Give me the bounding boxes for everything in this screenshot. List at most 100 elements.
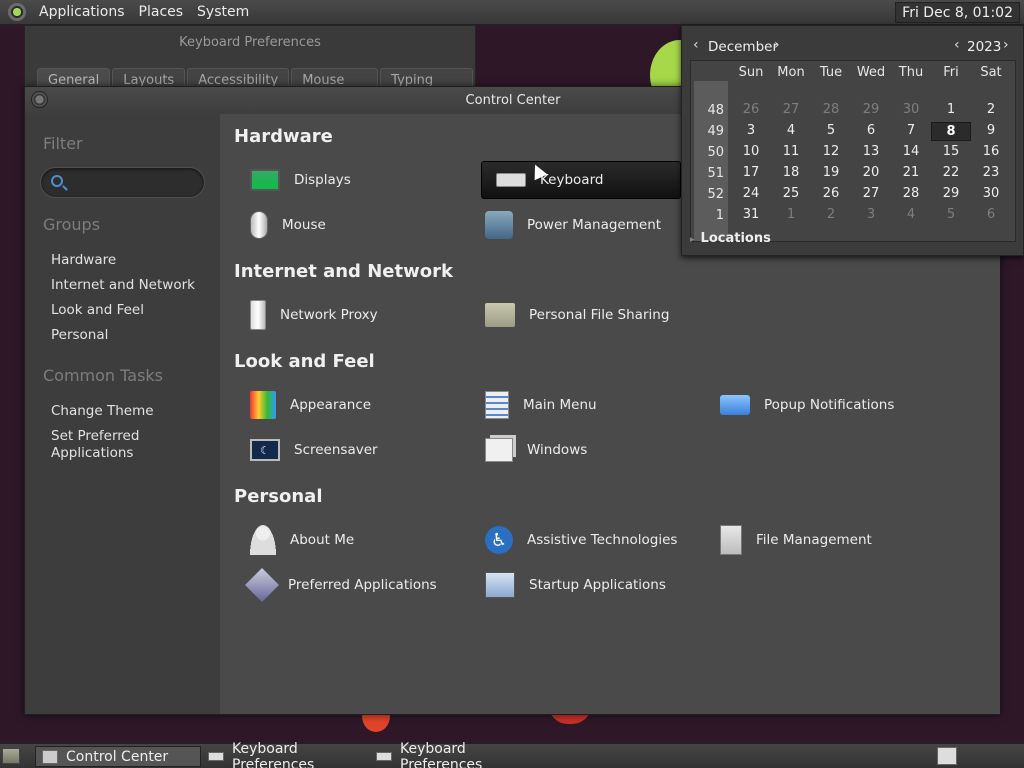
calendar-day[interactable]: 11: [771, 143, 811, 162]
calendar-day[interactable]: 5: [931, 206, 971, 225]
screensaver-icon: ☾: [250, 439, 280, 461]
item-assistive-technologies[interactable]: ♿ Assistive Technologies: [471, 521, 677, 559]
power-management-icon: [485, 211, 513, 239]
calendar-day[interactable]: 29: [851, 101, 891, 120]
window-title: Keyboard Preferences: [179, 35, 321, 50]
calendar-day[interactable]: 8: [931, 122, 971, 141]
main-menu-icon: [485, 391, 509, 419]
calendar-day[interactable]: 12: [811, 143, 851, 162]
item-personal-file-sharing[interactable]: Personal File Sharing: [471, 296, 671, 334]
calendar-day[interactable]: 30: [891, 101, 931, 120]
calendar-day[interactable]: 15: [931, 143, 971, 162]
calendar-day[interactable]: 10: [731, 143, 771, 162]
filter-search-input[interactable]: [40, 167, 205, 198]
calendar-day[interactable]: 16: [971, 143, 1011, 162]
calendar-day[interactable]: 4: [891, 206, 931, 225]
next-year-icon[interactable]: ›: [1003, 37, 1009, 53]
calendar-day[interactable]: 18: [771, 164, 811, 183]
calendar-day[interactable]: 25: [771, 185, 811, 204]
distro-logo-icon[interactable]: [8, 3, 26, 21]
item-file-management[interactable]: File Management: [706, 521, 906, 559]
tab-bar: General Layouts Accessibility Mouse Keys…: [37, 68, 475, 103]
taskbar-item-keyboard-preferences[interactable]: Keyboard Preferences: [202, 741, 368, 768]
calendar-day[interactable]: 24: [731, 185, 771, 204]
calendar-day[interactable]: 2: [811, 206, 851, 225]
tab-general[interactable]: General: [37, 68, 111, 88]
calendar-day[interactable]: 21: [891, 164, 931, 183]
calendar-day[interactable]: 26: [731, 101, 771, 120]
calendar-day[interactable]: 4: [771, 122, 811, 141]
calendar-day[interactable]: 28: [811, 101, 851, 120]
keyboard-preferences-window[interactable]: Keyboard Preferences General Layouts Acc…: [24, 25, 476, 103]
weekday-header: Wed: [856, 65, 886, 80]
calendar-day[interactable]: 19: [811, 164, 851, 183]
item-label: Preferred Applications: [288, 577, 437, 593]
calendar-day[interactable]: 3: [731, 122, 771, 141]
calendar-day[interactable]: 22: [931, 164, 971, 183]
places-menu[interactable]: Places: [132, 4, 191, 20]
calendar-day[interactable]: 6: [851, 122, 891, 141]
calendar-day[interactable]: 1: [931, 101, 971, 120]
item-displays[interactable]: Displays: [236, 161, 436, 199]
taskbar-item-keyboard-preferences[interactable]: Keyboard Preferences: [370, 741, 536, 768]
taskbar-item-control-center[interactable]: Control Center: [35, 746, 201, 767]
calendar-day[interactable]: 31: [731, 206, 771, 225]
calendar-day[interactable]: 20: [851, 164, 891, 183]
tray-icon[interactable]: [937, 747, 957, 765]
item-main-menu[interactable]: Main Menu: [471, 386, 671, 424]
appearance-icon: [250, 391, 276, 419]
calendar-day[interactable]: 6: [971, 206, 1011, 225]
next-month-icon[interactable]: ›: [774, 37, 780, 53]
tab-mouse-keys[interactable]: Mouse Keys: [291, 68, 379, 103]
item-screensaver[interactable]: ☾ Screensaver: [236, 431, 436, 469]
applications-menu[interactable]: Applications: [32, 4, 132, 20]
tab-typing-break[interactable]: Typing Break: [380, 68, 473, 103]
calendar-day[interactable]: 13: [851, 143, 891, 162]
calendar-day[interactable]: 5: [811, 122, 851, 141]
tab-layouts[interactable]: Layouts: [112, 68, 186, 88]
system-menu[interactable]: System: [190, 4, 256, 20]
calendar-day[interactable]: 29: [931, 185, 971, 204]
calendar-day[interactable]: 28: [891, 185, 931, 204]
clock-applet[interactable]: Fri Dec 8, 01:02: [895, 2, 1020, 23]
prev-year-icon[interactable]: ‹: [954, 37, 960, 53]
calendar-day[interactable]: 17: [731, 164, 771, 183]
show-desktop-icon[interactable]: [2, 748, 20, 764]
calendar-day[interactable]: 2: [971, 101, 1011, 120]
item-power-management[interactable]: Power Management: [471, 206, 671, 244]
item-popup-notifications[interactable]: Popup Notifications: [706, 386, 906, 424]
weekday-header: Sat: [980, 65, 1002, 80]
calendar-day[interactable]: 27: [851, 185, 891, 204]
group-look-and-feel[interactable]: Look and Feel: [51, 302, 144, 318]
calendar-day[interactable]: 9: [971, 122, 1011, 141]
group-internet-and-network[interactable]: Internet and Network: [51, 277, 195, 293]
item-mouse[interactable]: Mouse: [236, 206, 436, 244]
calendar-day[interactable]: 1: [771, 206, 811, 225]
window-menu-icon[interactable]: [31, 91, 48, 108]
item-keyboard[interactable]: Keyboard: [481, 161, 681, 199]
locations-expander[interactable]: Locations: [690, 231, 771, 246]
group-personal[interactable]: Personal: [51, 327, 108, 343]
group-hardware[interactable]: Hardware: [51, 252, 116, 268]
task-label: Keyboard Preferences: [232, 740, 315, 768]
calendar-day[interactable]: 3: [851, 206, 891, 225]
item-preferred-applications[interactable]: Preferred Applications: [236, 566, 437, 604]
task-label: Keyboard Preferences: [400, 740, 483, 768]
tab-accessibility[interactable]: Accessibility: [187, 68, 290, 88]
task-set-preferred-applications[interactable]: Set Preferred Applications: [51, 428, 201, 462]
section-hardware-title: Hardware: [234, 126, 333, 147]
prev-month-icon[interactable]: ‹: [693, 37, 699, 53]
item-network-proxy[interactable]: Network Proxy: [236, 296, 436, 334]
calendar-day[interactable]: 23: [971, 164, 1011, 183]
task-change-theme[interactable]: Change Theme: [51, 403, 154, 419]
item-windows[interactable]: Windows: [471, 431, 671, 469]
windows-icon: [485, 438, 513, 462]
calendar-day[interactable]: 30: [971, 185, 1011, 204]
item-about-me[interactable]: About Me: [236, 521, 436, 559]
calendar-day[interactable]: 26: [811, 185, 851, 204]
item-appearance[interactable]: Appearance: [236, 386, 436, 424]
item-startup-applications[interactable]: Startup Applications: [471, 566, 671, 604]
calendar-day[interactable]: 27: [771, 101, 811, 120]
calendar-day[interactable]: 14: [891, 143, 931, 162]
calendar-day[interactable]: 7: [891, 122, 931, 141]
